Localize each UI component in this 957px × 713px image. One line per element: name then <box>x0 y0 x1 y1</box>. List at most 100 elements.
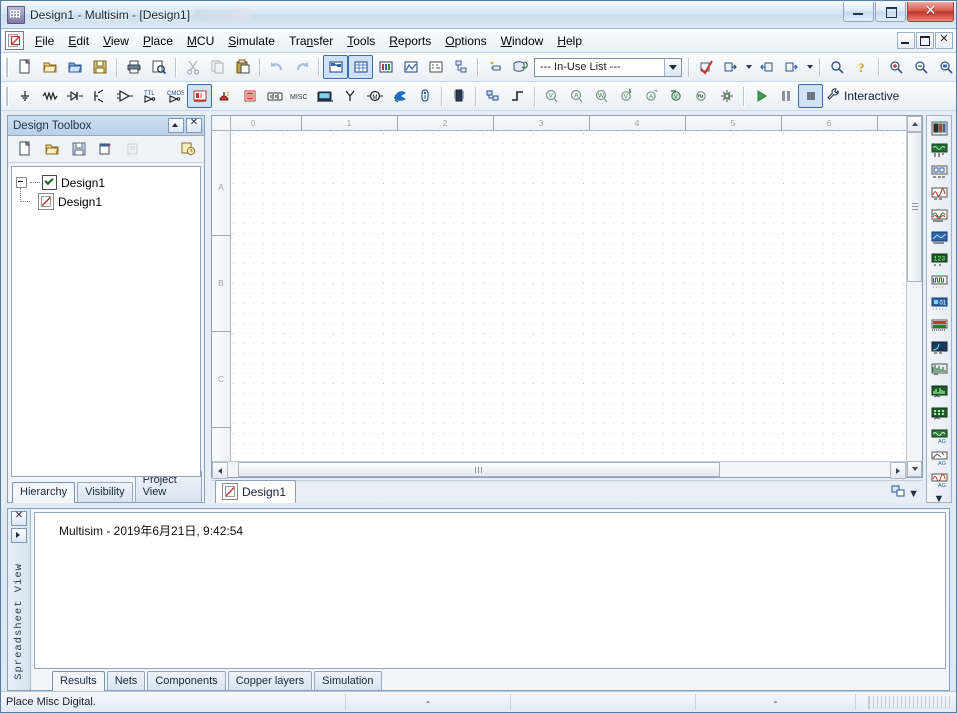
vertical-scroll-thumb[interactable] <box>907 132 922 282</box>
mdi-minimize-button[interactable] <box>897 32 915 49</box>
print-preview-icon[interactable] <box>146 55 171 79</box>
place-ttl-icon[interactable]: TTL <box>137 84 162 108</box>
place-power-icon[interactable] <box>262 84 287 108</box>
toolbar-grip[interactable] <box>4 58 9 77</box>
open-design-icon[interactable] <box>38 137 65 162</box>
place-mixed-icon[interactable] <box>212 84 237 108</box>
differential-voltage-probe-icon[interactable]: V <box>614 84 639 108</box>
word-generator-icon[interactable] <box>927 272 951 293</box>
cut-icon[interactable] <box>180 55 205 79</box>
close-spreadsheet-button[interactable] <box>11 511 27 526</box>
sheet-surface[interactable] <box>231 131 906 461</box>
tab-overflow-chevron-icon[interactable]: ▼ <box>908 489 919 499</box>
digital-probe-icon[interactable] <box>689 84 714 108</box>
in-use-list-combo[interactable]: --- In-Use List --- <box>534 58 682 77</box>
open-design-icon[interactable] <box>62 55 87 79</box>
place-transistor-icon[interactable] <box>87 84 112 108</box>
oscilloscope-icon[interactable] <box>927 184 951 205</box>
menu-help[interactable]: Help <box>550 31 589 51</box>
spreadsheet-results-grid[interactable]: Multisim - 2019年6月21日, 9:42:54 <box>34 512 946 669</box>
voltage-probe-icon[interactable]: V <box>539 84 564 108</box>
open-file-icon[interactable] <box>37 55 62 79</box>
mdi-close-button[interactable] <box>935 32 953 49</box>
sim-switch-icon[interactable] <box>373 55 398 79</box>
place-bus-icon[interactable] <box>505 84 530 108</box>
new-sheet-icon[interactable] <box>92 137 119 162</box>
frequency-counter-icon[interactable]: 123 <box>927 250 951 271</box>
toolbar-grip[interactable] <box>4 87 9 106</box>
zoom-area-icon[interactable] <box>933 55 957 79</box>
new-design-icon[interactable] <box>11 137 38 162</box>
wattmeter-icon[interactable] <box>927 162 951 183</box>
tab-simulation[interactable]: Simulation <box>314 671 381 690</box>
simulation-mode[interactable]: Interactive <box>825 87 899 105</box>
chevron-down-icon[interactable] <box>664 59 681 76</box>
place-indicator-icon[interactable] <box>237 84 262 108</box>
vertical-scrollbar[interactable] <box>906 116 922 477</box>
place-hierarchical-block-icon[interactable] <box>480 84 505 108</box>
horizontal-scroll-track[interactable] <box>228 462 890 477</box>
design-tree[interactable]: Design1 Design1 <box>11 166 201 477</box>
menu-transfer[interactable]: Transfer <box>282 31 340 51</box>
parent-sheet-icon[interactable] <box>448 55 473 79</box>
resize-grip[interactable] <box>868 696 953 709</box>
delete-sheet-icon[interactable] <box>119 137 146 162</box>
scroll-down-button[interactable] <box>907 461 922 477</box>
pause-simulation-icon[interactable] <box>773 84 798 108</box>
place-mcu-icon[interactable] <box>446 84 471 108</box>
place-source-icon[interactable] <box>12 84 37 108</box>
design-toolbox-icon[interactable] <box>323 55 348 79</box>
tab-hierarchy[interactable]: Hierarchy <box>12 482 75 503</box>
four-channel-oscilloscope-icon[interactable] <box>927 206 951 227</box>
checked-design-icon[interactable] <box>42 175 57 190</box>
menu-options[interactable]: Options <box>438 31 493 51</box>
place-misc-icon[interactable]: MISC <box>287 84 312 108</box>
place-electromechanical-icon[interactable]: M <box>362 84 387 108</box>
undo-icon[interactable] <box>264 55 289 79</box>
spectrum-analyzer-icon[interactable] <box>927 382 951 403</box>
place-connectors-icon[interactable] <box>412 84 437 108</box>
place-diode-icon[interactable] <box>62 84 87 108</box>
save-icon[interactable] <box>87 55 112 79</box>
paste-icon[interactable] <box>230 55 255 79</box>
schematic-canvas[interactable] <box>231 131 906 461</box>
tab-results[interactable]: Results <box>52 671 105 691</box>
vertical-scroll-track[interactable] <box>907 132 922 461</box>
horizontal-scroll-thumb[interactable] <box>238 462 720 477</box>
agilent-multimeter-icon[interactable]: AG <box>927 448 951 469</box>
window-maximize-button[interactable] <box>875 2 906 22</box>
document-icon[interactable] <box>5 31 24 50</box>
window-close-button[interactable] <box>907 2 954 22</box>
agilent-oscilloscope-icon[interactable]: AG <box>927 470 951 491</box>
menu-view[interactable]: View <box>96 31 136 51</box>
place-misc-digital-icon[interactable] <box>187 84 212 108</box>
current-differential-probe-icon[interactable]: A <box>639 84 664 108</box>
horizontal-scrollbar[interactable] <box>212 461 906 477</box>
agilent-function-generator-icon[interactable]: AG <box>927 426 951 447</box>
spreadsheet-view-icon[interactable] <box>348 55 373 79</box>
scroll-up-button[interactable] <box>907 116 922 132</box>
grapher-icon[interactable] <box>398 55 423 79</box>
logic-analyzer-icon[interactable] <box>927 316 951 337</box>
window-minimize-button[interactable] <box>843 2 874 22</box>
place-nimydaq-icon[interactable] <box>387 84 412 108</box>
menu-edit[interactable]: Edit <box>61 31 96 51</box>
power-probe-icon[interactable]: W <box>589 84 614 108</box>
transfer-dropdown-chevron-icon[interactable] <box>743 56 754 78</box>
erc-icon[interactable] <box>693 55 718 79</box>
expand-spreadsheet-button[interactable] <box>11 528 27 543</box>
component-wizard-icon[interactable] <box>482 55 507 79</box>
menu-tools[interactable]: Tools <box>340 31 382 51</box>
scroll-right-button[interactable] <box>890 462 906 479</box>
zoom-in-icon[interactable] <box>883 55 908 79</box>
menu-file[interactable]: File <box>28 31 61 51</box>
bode-plotter-icon[interactable] <box>927 228 951 249</box>
tile-windows-icon[interactable] <box>891 484 905 501</box>
distortion-analyzer-icon[interactable] <box>927 360 951 381</box>
zoom-out-icon[interactable] <box>908 55 933 79</box>
postprocessor-icon[interactable] <box>423 55 448 79</box>
copy-icon[interactable] <box>205 55 230 79</box>
instruments-overflow-chevron[interactable]: ▼ <box>934 494 945 504</box>
run-simulation-icon[interactable] <box>748 84 773 108</box>
help-icon[interactable]: ? <box>849 55 874 79</box>
